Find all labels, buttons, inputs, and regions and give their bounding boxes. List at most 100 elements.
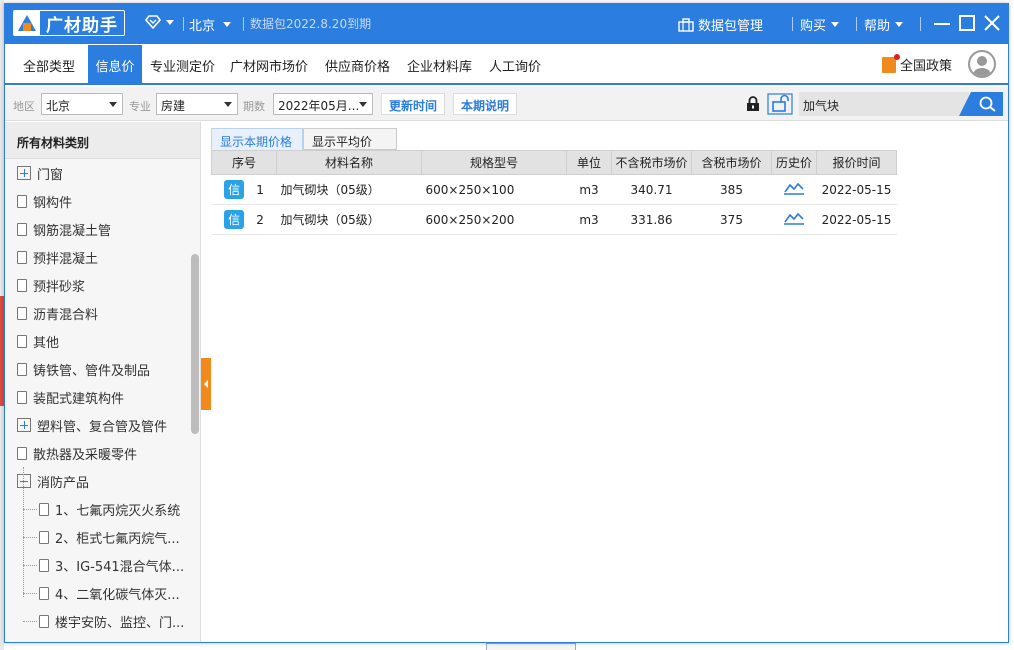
- region-select[interactable]: 北京: [41, 93, 123, 115]
- background-window-fragment: [486, 643, 576, 650]
- column-header[interactable]: 历史价: [771, 150, 817, 175]
- chevron-down-icon: [831, 22, 840, 27]
- expand-plus-icon[interactable]: [17, 166, 31, 180]
- sidebar-item[interactable]: 3、IG-541混合气体...: [5, 551, 189, 579]
- column-header[interactable]: 规格型号: [421, 150, 567, 175]
- sidebar-item-label: 其他: [33, 335, 60, 351]
- search-input[interactable]: 加气块: [799, 92, 969, 116]
- period-label: 期数: [243, 100, 265, 113]
- document-icon: [17, 334, 27, 348]
- quote-date-cell: 2022-05-15: [816, 204, 897, 235]
- sidebar-item[interactable]: 塑料管、复合管及管件: [5, 411, 189, 439]
- period-select[interactable]: 2022年05月...: [273, 93, 373, 115]
- material-name-cell: 加气砌块（05级）: [276, 174, 422, 205]
- maximize-icon[interactable]: [958, 14, 976, 32]
- document-icon: [39, 502, 49, 516]
- close-icon[interactable]: [983, 14, 1001, 32]
- expiry-text: 数据包2022.8.20到期: [250, 17, 372, 31]
- sidebar-item[interactable]: 钢筋混凝土管: [5, 215, 189, 243]
- sidebar-item-label: 4、二氧化碳气体灭...: [55, 587, 180, 603]
- specialty-select[interactable]: 房建: [156, 93, 238, 115]
- sidebar-item[interactable]: 4、二氧化碳气体灭...: [5, 579, 189, 607]
- table-row[interactable]: 信 1 加气砌块（05级） 600×250×100 m3 340.71 385 2022-05…: [211, 174, 897, 205]
- data-package-button[interactable]: 数据包管理: [678, 15, 763, 34]
- tab-average-price[interactable]: 显示平均价: [303, 128, 397, 150]
- update-time-button[interactable]: 更新时间: [381, 93, 446, 115]
- diamond-heart-icon: [145, 15, 161, 29]
- app-window: 广材助手 北京 数据包2022.8.20到期 数据包管理 购买 帮助 全部类型 …: [4, 3, 1009, 643]
- unlock-icon[interactable]: [767, 93, 793, 115]
- menu-item-market-price[interactable]: 广材网市场价: [230, 56, 308, 75]
- sidebar-item[interactable]: 消防产品: [5, 467, 189, 495]
- sidebar-item[interactable]: 装配式建筑构件: [5, 383, 189, 411]
- sidebar-item[interactable]: 沥青混合料: [5, 299, 189, 327]
- trend-chart-icon[interactable]: [784, 181, 804, 195]
- sidebar-item[interactable]: 预拌砂浆: [5, 271, 189, 299]
- sidebar-item[interactable]: 散热器及采暖零件: [5, 439, 189, 467]
- sidebar-item[interactable]: 铸铁管、管件及制品: [5, 355, 189, 383]
- national-policy-button[interactable]: 全国政策: [881, 53, 952, 74]
- minimize-icon[interactable]: [933, 14, 951, 32]
- sidebar-item-label: 消防产品: [37, 475, 90, 491]
- city-dropdown[interactable]: 北京: [189, 15, 232, 34]
- menu-item-info-price[interactable]: 信息价: [88, 45, 142, 85]
- buy-menu[interactable]: 购买: [800, 15, 840, 34]
- column-header[interactable]: 报价时间: [816, 150, 897, 175]
- sidebar-scrollbar[interactable]: [191, 254, 199, 434]
- document-icon: [17, 446, 27, 460]
- column-header[interactable]: 序号: [211, 150, 277, 175]
- column-header[interactable]: 单位: [566, 150, 612, 175]
- sidebar-item-label: 散热器及采暖零件: [33, 447, 138, 463]
- divider: [183, 17, 184, 31]
- document-icon: [39, 614, 49, 628]
- app-logo: 广材助手: [13, 10, 125, 36]
- filter-bar: 地区 北京 专业 房建 期数 2022年05月... 更新时间 本期说明 加气块: [5, 87, 1008, 121]
- document-icon: [17, 390, 27, 404]
- sidebar-item[interactable]: 1、七氟丙烷灭火系统: [5, 495, 189, 523]
- info-badge: 信: [224, 210, 245, 229]
- sidebar-collapse-handle[interactable]: [201, 358, 211, 410]
- menu-item-all-types[interactable]: 全部类型: [23, 56, 75, 75]
- help-label: 帮助: [864, 19, 891, 34]
- divider: [856, 17, 857, 31]
- chevron-down-icon: [359, 102, 367, 107]
- price-ex-tax-cell: 331.86: [611, 204, 692, 235]
- table-row[interactable]: 信 2 加气砌块（05级） 600×250×200 m3 331.86 375 2022-05…: [211, 204, 897, 235]
- spec-cell: 600×250×200: [421, 204, 567, 235]
- collapse-minus-icon[interactable]: [17, 474, 31, 488]
- lock-icon[interactable]: [745, 96, 761, 112]
- help-menu[interactable]: 帮助: [864, 15, 904, 34]
- column-header[interactable]: 材料名称: [276, 150, 422, 175]
- sidebar-item[interactable]: 钢构件: [5, 187, 189, 215]
- tree-line: [23, 467, 24, 597]
- search-value: 加气块: [803, 99, 840, 113]
- sidebar-item[interactable]: 预拌混凝土: [5, 243, 189, 271]
- row-number-cell: 信2: [211, 204, 277, 235]
- sidebar-item-label: 楼宇安防、监控、门...: [55, 615, 185, 631]
- column-header[interactable]: 不含税市场价: [611, 150, 692, 175]
- sidebar-item[interactable]: 其他: [5, 327, 189, 355]
- chevron-down-icon: [224, 102, 232, 107]
- avatar[interactable]: [968, 50, 996, 78]
- trend-chart-icon[interactable]: [784, 211, 804, 225]
- expand-plus-icon[interactable]: [17, 418, 31, 432]
- chevron-down-icon: [895, 22, 904, 27]
- sidebar-item[interactable]: 门窗: [5, 159, 189, 187]
- info-badge: 信: [224, 180, 245, 199]
- menu-item-enterprise-library[interactable]: 企业材料库: [407, 56, 472, 75]
- briefcase-icon: [678, 17, 694, 32]
- row-number: 1: [256, 183, 264, 197]
- specialty-value: 房建: [161, 99, 186, 113]
- main-content: 显示本期价格 显示平均价 序号 材料名称 规格型号 单位 不含税市场价 含税市场…: [211, 122, 1008, 642]
- sidebar-item[interactable]: 2、柜式七氟丙烷气...: [5, 523, 189, 551]
- tab-current-price[interactable]: 显示本期价格: [211, 128, 303, 150]
- menu-item-supplier-price[interactable]: 供应商价格: [325, 56, 390, 75]
- column-header[interactable]: 含税市场价: [691, 150, 772, 175]
- sidebar-item[interactable]: 楼宇安防、监控、门...: [5, 607, 189, 635]
- period-note-button[interactable]: 本期说明: [453, 93, 518, 115]
- sidebar-item-label: 3、IG-541混合气体...: [55, 559, 185, 575]
- menu-item-labor-inquiry[interactable]: 人工询价: [489, 56, 541, 75]
- history-price-cell: [771, 204, 817, 235]
- menu-item-professional-price[interactable]: 专业测定价: [150, 56, 215, 75]
- favorite-dropdown[interactable]: [145, 15, 174, 29]
